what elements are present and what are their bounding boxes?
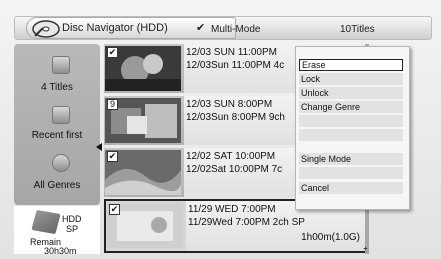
menu-item-unlock[interactable]: Unlock	[299, 87, 403, 99]
title-detail: 12/02Sat 10:00PM 7c	[186, 164, 283, 175]
title-detail: 11/29Wed 7:00PM 2ch SP	[188, 217, 305, 228]
title-name: 11/29 WED 7:00PM	[188, 204, 276, 215]
check-icon: ✔	[196, 22, 206, 34]
title-duration: 1h00m(1.0G)	[301, 232, 360, 243]
menu-item-blank	[299, 115, 403, 127]
drive-label: HDD	[62, 214, 82, 224]
filter-titles[interactable]: 4 Titles	[14, 82, 100, 93]
mode-label[interactable]: Multi-Mode	[211, 24, 260, 35]
record-mode-label: SP	[66, 224, 79, 234]
title-detail: 12/03Sun 11:00PM 4c	[186, 60, 285, 71]
menu-item-lock[interactable]: Lock	[299, 73, 403, 85]
check-badge: ✔	[107, 47, 118, 58]
genre-icon	[52, 154, 70, 172]
check-badge: ✔	[107, 151, 118, 162]
menu-item-cancel[interactable]: Cancel	[299, 182, 403, 194]
hdd-icon	[31, 209, 61, 235]
title-name: 12/02 SAT 10:00PM	[186, 151, 276, 162]
disc-icon	[32, 20, 60, 38]
channel-badge: 9	[107, 99, 118, 110]
title-name: 12/03 SUN 11:00PM	[186, 47, 277, 58]
menu-item-single-mode[interactable]: Single Mode	[299, 153, 403, 165]
title-name: 12/03 SUN 8:00PM	[186, 99, 273, 110]
list-icon	[52, 56, 70, 74]
page-title: Disc Navigator (HDD)	[62, 22, 168, 34]
sort-icon	[52, 106, 70, 124]
menu-item-blank	[299, 129, 403, 141]
check-badge: ✔	[109, 204, 120, 215]
menu-item-blank	[299, 167, 403, 179]
arrow-left-icon	[96, 143, 102, 151]
menu-item-change-genre[interactable]: Change Genre	[299, 101, 403, 113]
title-detail: 12/03Sun 8:00PM 9ch	[186, 112, 285, 123]
sort-order[interactable]: Recent first	[14, 130, 100, 141]
scroll-down-icon[interactable]: +	[363, 244, 368, 253]
genre-filter[interactable]: All Genres	[14, 180, 100, 191]
remain-value: 30h30m	[44, 246, 77, 256]
title-count: 10Titles	[340, 24, 375, 35]
menu-item-erase[interactable]: Erase	[299, 59, 403, 71]
